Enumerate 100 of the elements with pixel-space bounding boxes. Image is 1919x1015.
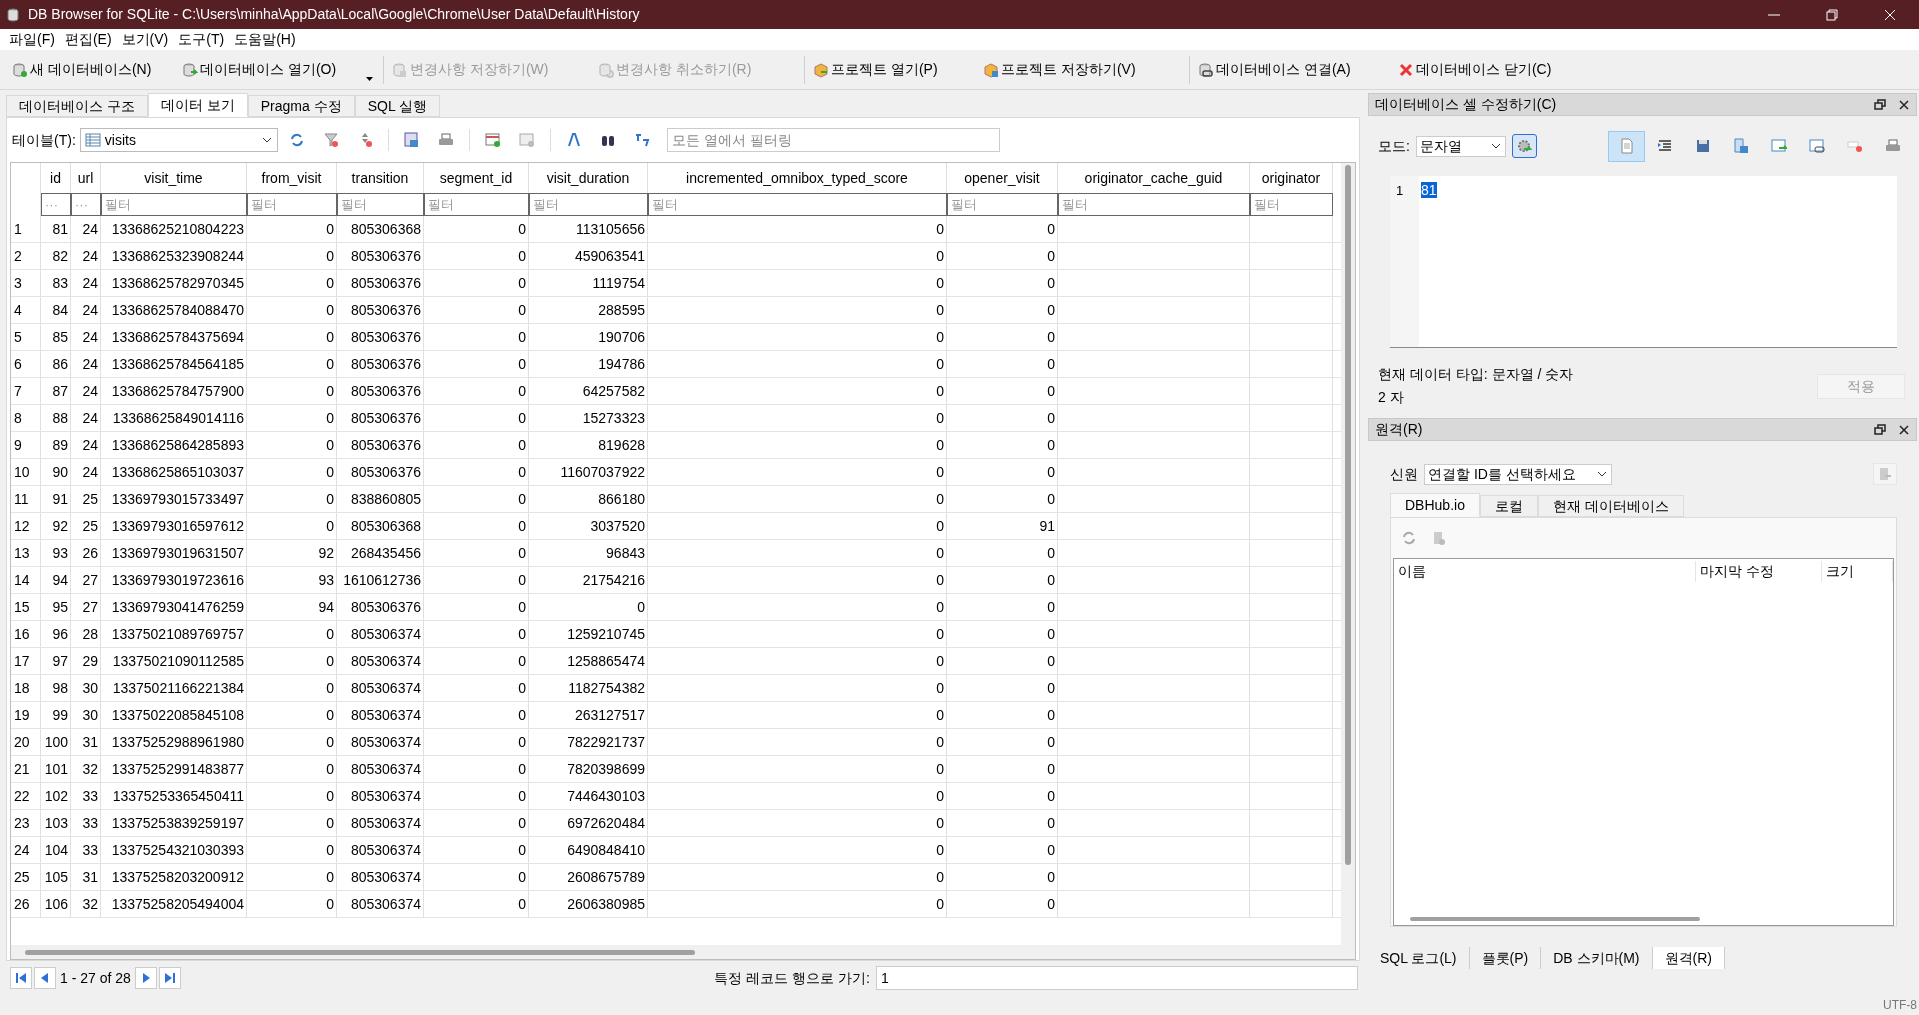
table-cell: 105 (41, 864, 71, 890)
filter-field[interactable]: 필터 (424, 193, 529, 216)
row-number[interactable]: 6 (11, 351, 41, 377)
column-header[interactable]: 마지막 수정 (1696, 560, 1822, 582)
menu-item[interactable]: 파일(F) (4, 29, 60, 50)
row-number[interactable]: 19 (11, 702, 41, 728)
column-header[interactable]: originator_cache_guid (1058, 163, 1250, 193)
filter-field[interactable]: 필터 (247, 193, 337, 216)
row-number[interactable]: 3 (11, 270, 41, 296)
tab[interactable]: Pragma 수정 (247, 95, 355, 117)
table-cell: 0 (947, 432, 1058, 458)
row-number[interactable]: 16 (11, 621, 41, 647)
row-number[interactable]: 21 (11, 756, 41, 782)
toolbar-button[interactable]: 새 데이터베이스(N) (8, 54, 178, 85)
menu-item[interactable]: 도구(T) (173, 29, 230, 50)
column-header[interactable]: incremented_omnibox_typed_score (648, 163, 947, 193)
row-number[interactable]: 1 (11, 216, 41, 242)
toolbar-button[interactable]: 데이터베이스 연결(A) (1194, 54, 1394, 85)
toolbar-button[interactable]: 데이터베이스 닫기(C) (1394, 54, 1594, 85)
table-cell: 7820398699 (529, 756, 648, 782)
next-button[interactable] (134, 967, 157, 989)
row-number[interactable]: 7 (11, 378, 41, 404)
table-cell: 0 (947, 864, 1058, 890)
row-number[interactable]: 4 (11, 297, 41, 323)
column-header[interactable]: transition (337, 163, 424, 193)
row-number[interactable]: 2 (11, 243, 41, 269)
row-number[interactable]: 5 (11, 324, 41, 350)
table-cell: 0 (247, 729, 337, 755)
row-number[interactable]: 20 (11, 729, 41, 755)
table-cell: 24 (71, 405, 101, 431)
filter-field[interactable]: 필터 (337, 193, 424, 216)
row-number[interactable]: 22 (11, 783, 41, 809)
row-number[interactable]: 18 (11, 675, 41, 701)
column-header[interactable]: visit_time (101, 163, 247, 193)
filter-field[interactable]: 필터 (947, 193, 1058, 216)
text-editor[interactable]: 1 81 (1390, 176, 1897, 348)
tab[interactable]: DBHub.io (1390, 493, 1480, 517)
scrollbar-thumb[interactable] (25, 949, 695, 955)
row-number[interactable]: 13 (11, 540, 41, 566)
tab[interactable]: 현재 데이터베이스 (1537, 495, 1684, 517)
row-number[interactable]: 25 (11, 864, 41, 890)
previous-button[interactable] (34, 967, 56, 989)
table-cell: 1182754382 (529, 675, 648, 701)
column-header[interactable]: 크기 (1822, 560, 1893, 582)
row-number[interactable]: 23 (11, 810, 41, 836)
filter-field[interactable]: 필터 (1058, 193, 1250, 216)
tab[interactable]: 로컬 (1479, 495, 1538, 517)
row-number[interactable]: 15 (11, 594, 41, 620)
row-number[interactable]: 14 (11, 567, 41, 593)
filter-input[interactable]: 모든 열에서 필터링 (666, 128, 1000, 152)
identity-dropdown[interactable]: 연결할 ID를 선택하세요 (1424, 463, 1612, 485)
tab[interactable]: 데이터 보기 (147, 93, 248, 117)
mode-dropdown[interactable]: 문자열 (1415, 135, 1506, 157)
filter-field[interactable]: ··· (71, 193, 101, 216)
toolbar-button[interactable]: 프로젝트 저장하기(V) (979, 54, 1185, 85)
table-cell: 32 (71, 756, 101, 782)
column-header[interactable]: segment_id (424, 163, 529, 193)
tab[interactable]: 데이터베이스 구조 (6, 95, 148, 117)
table-dropdown[interactable]: visits (79, 128, 278, 152)
column-header[interactable]: url (71, 163, 101, 193)
scrollbar-thumb[interactable] (1410, 917, 1700, 921)
column-header[interactable]: originator (1250, 163, 1333, 193)
tab[interactable]: SQL 실행 (354, 95, 441, 117)
tab[interactable]: 원격(R) (1652, 947, 1725, 969)
goto-field[interactable]: 1 (876, 966, 1358, 990)
filter-field[interactable]: 필터 (101, 193, 247, 216)
row-number[interactable]: 11 (11, 486, 41, 512)
table-cell: 805306368 (337, 216, 424, 242)
row-number[interactable]: 26 (11, 891, 41, 917)
last-page-button[interactable] (158, 967, 181, 989)
scrollbar-thumb[interactable] (1345, 165, 1351, 865)
table-cell: 838860805 (337, 486, 424, 512)
toolbar-button[interactable]: 프로젝트 열기(P) (809, 54, 979, 85)
row-number[interactable]: 9 (11, 432, 41, 458)
toolbar-button[interactable]: 데이터베이스 열기(O) (178, 54, 366, 85)
table-cell: 0 (947, 891, 1058, 917)
column-header[interactable]: from_visit (247, 163, 337, 193)
menu-item[interactable]: 도움말(H) (229, 29, 301, 50)
auto-switch-button[interactable] (1511, 134, 1537, 158)
table-cell: 27 (71, 567, 101, 593)
column-header[interactable]: opener_visit (947, 163, 1058, 193)
row-number[interactable]: 24 (11, 837, 41, 863)
filter-field[interactable]: 필터 (648, 193, 947, 216)
row-number[interactable]: 8 (11, 405, 41, 431)
menu-item[interactable]: 편집(E) (59, 29, 117, 50)
row-number[interactable]: 12 (11, 513, 41, 539)
table-cell: 0 (947, 270, 1058, 296)
column-header[interactable]: 이름 (1394, 560, 1696, 582)
column-header[interactable]: id (41, 163, 71, 193)
row-number[interactable]: 17 (11, 648, 41, 674)
first-page-button[interactable] (10, 967, 32, 989)
table-cell: 87 (41, 378, 71, 404)
row-number[interactable]: 10 (11, 459, 41, 485)
filter-field[interactable]: 필터 (529, 193, 648, 216)
filter-field[interactable]: ··· (41, 193, 71, 216)
table-cell: 13368625864285893 (101, 432, 247, 458)
column-header[interactable]: visit_duration (529, 163, 648, 193)
menu-item[interactable]: 보기(V) (116, 29, 174, 50)
document-save-icon (1732, 138, 1749, 154)
filter-field[interactable]: 필터 (1250, 193, 1333, 216)
